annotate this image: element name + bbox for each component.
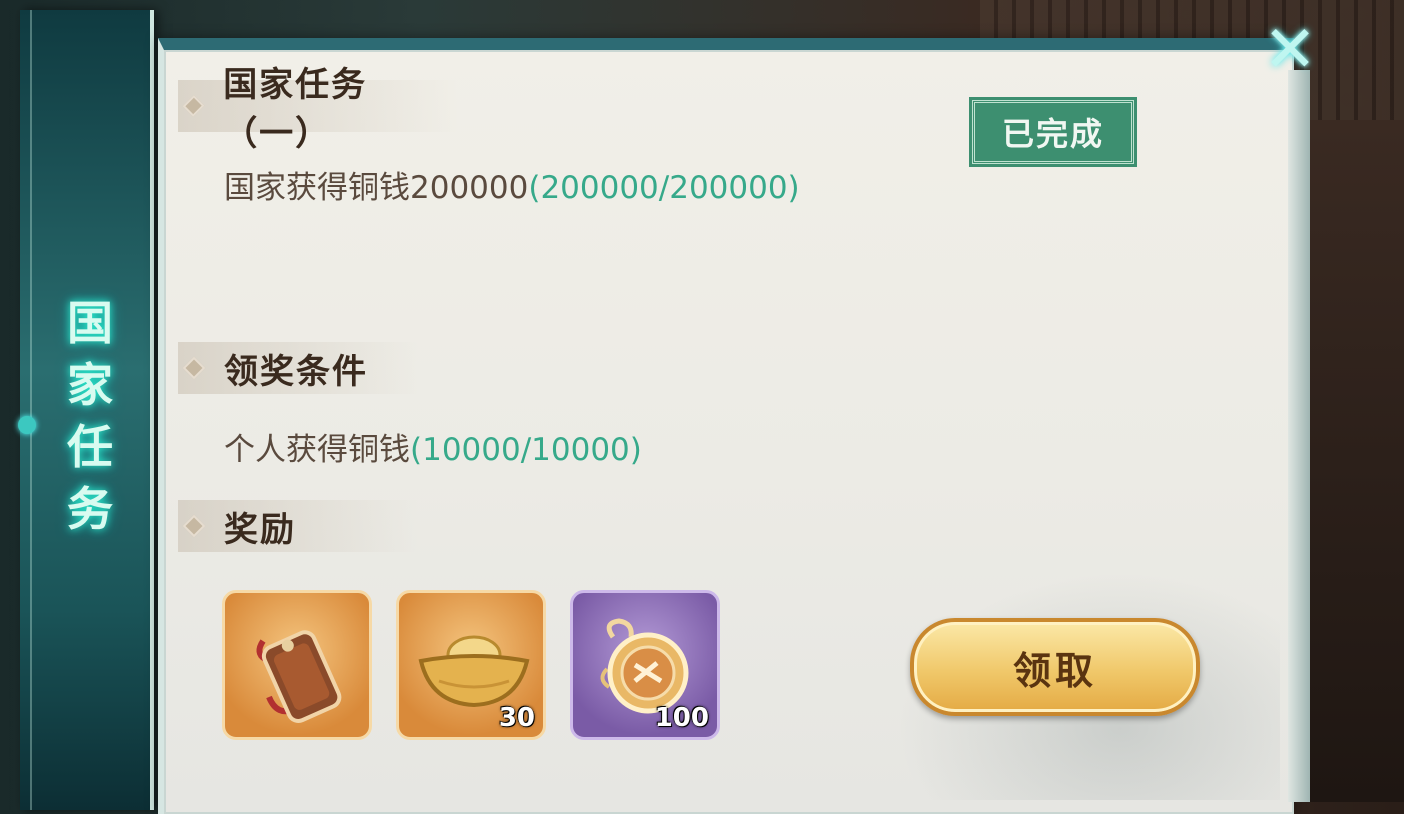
close-icon[interactable]: ✕ <box>1252 14 1328 86</box>
claim-condition-description: 个人获得铜钱(10000/10000) <box>224 424 642 469</box>
claim-condition-progress: (10000/10000) <box>410 432 642 468</box>
claim-button[interactable]: 领取 <box>910 618 1200 716</box>
claim-condition-header: 领奖条件 <box>178 342 418 394</box>
diamond-bullet-icon <box>182 356 206 380</box>
reward-quantity: 30 <box>498 703 535 733</box>
banner-indicator-dot <box>18 416 36 434</box>
task-title: 国家任务（一） <box>223 65 368 154</box>
task-title-header: 国家任务（一） <box>178 65 458 154</box>
reward-item-2[interactable]: 30 <box>396 590 546 740</box>
reward-item-3[interactable]: 100 <box>570 590 720 740</box>
banner-title: 国家任务 <box>67 296 113 536</box>
task-progress: (200000/200000) <box>528 170 800 206</box>
rewards-header: 奖励 <box>178 500 418 552</box>
task-description-text: 国家获得铜钱200000 <box>224 170 529 206</box>
completed-stamp: 已完成 <box>972 100 1134 164</box>
general-token-icon <box>256 630 342 723</box>
diamond-bullet-icon <box>182 94 205 118</box>
side-banner: 国家任务 <box>18 10 154 810</box>
task-description: 国家获得铜钱200000(200000/200000) <box>224 162 800 207</box>
claim-condition-title: 领奖条件 <box>224 351 368 392</box>
reward-quantity: 100 <box>654 703 709 733</box>
diamond-bullet-icon <box>182 514 206 538</box>
reward-item-1[interactable] <box>222 590 372 740</box>
claim-condition-text: 个人获得铜钱 <box>224 432 410 468</box>
panel-scroll-edge <box>1288 70 1310 802</box>
rewards-title: 奖励 <box>224 509 296 550</box>
